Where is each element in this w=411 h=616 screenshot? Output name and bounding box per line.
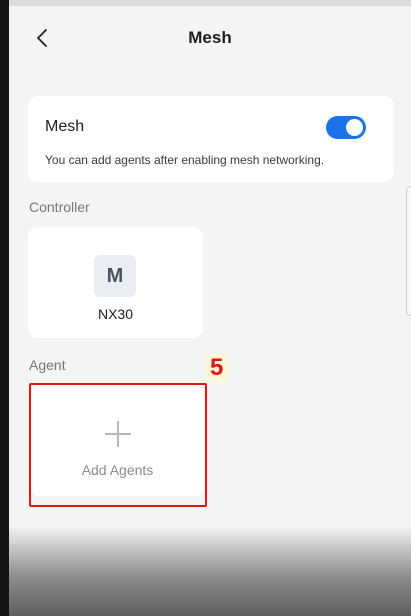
- mesh-settings-screen: Mesh Mesh You can add agents after enabl…: [9, 6, 411, 616]
- side-scroll-handle[interactable]: [406, 186, 411, 316]
- device-logo-icon: M: [94, 255, 136, 297]
- mesh-description: You can add agents after enabling mesh n…: [45, 153, 325, 167]
- device-frame-edge: [0, 0, 9, 616]
- logo-letter: M: [106, 264, 124, 287]
- add-agents-label: Add Agents: [81, 462, 154, 478]
- plus-icon: [105, 421, 131, 447]
- mesh-toggle[interactable]: [326, 116, 366, 139]
- controller-device-name: NX30: [97, 306, 134, 322]
- controller-card[interactable]: M NX30: [28, 227, 203, 338]
- mesh-card: Mesh You can add agents after enabling m…: [28, 96, 394, 182]
- toggle-knob: [346, 119, 363, 136]
- page-title: Mesh: [188, 28, 232, 47]
- mesh-label: Mesh: [45, 118, 85, 135]
- header: Mesh: [9, 6, 411, 68]
- step-number-badge: 5: [206, 354, 228, 382]
- add-agents-card[interactable]: Add Agents: [31, 387, 204, 496]
- controller-section-label: Controller: [29, 199, 90, 215]
- agent-section-label: Agent: [29, 357, 66, 373]
- bottom-shadow: [9, 526, 411, 616]
